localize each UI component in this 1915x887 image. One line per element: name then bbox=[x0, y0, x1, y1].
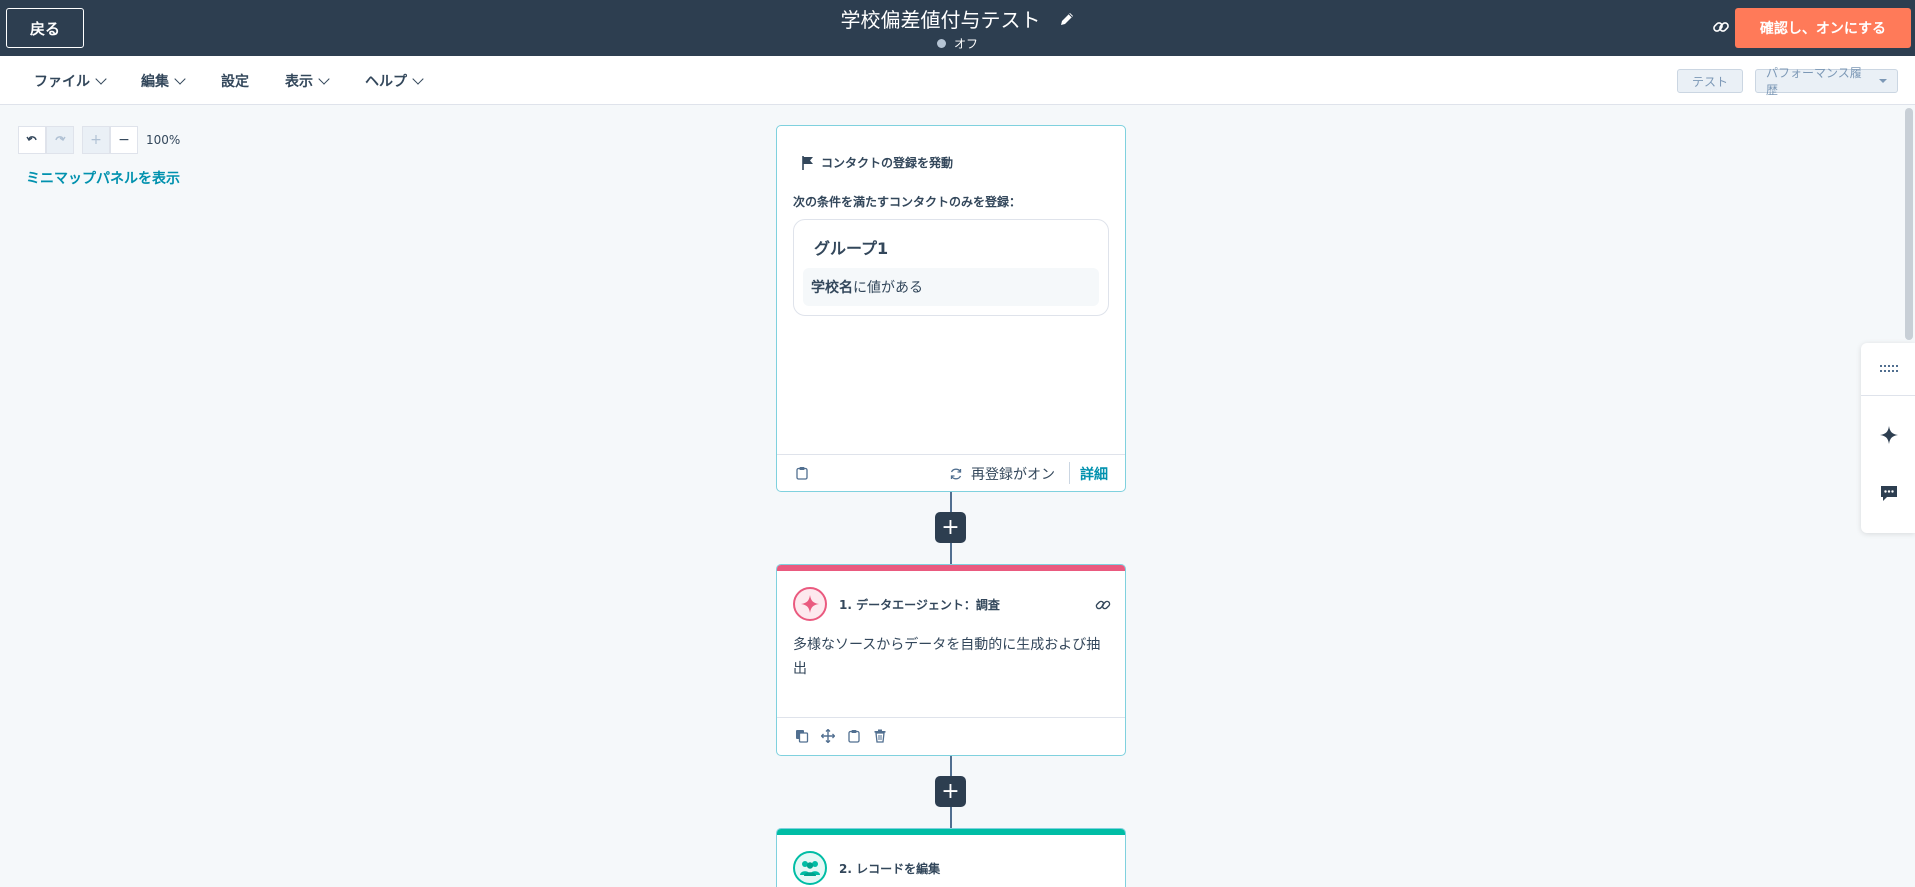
people-glyph bbox=[800, 861, 820, 876]
action-title: 1. データエージェント：調査 bbox=[839, 598, 1000, 612]
condition-text: に値がある bbox=[853, 280, 923, 296]
action-footer bbox=[777, 717, 1125, 755]
performance-history-button[interactable]: パフォーマンス履歴 bbox=[1755, 66, 1898, 97]
clipboard-icon[interactable] bbox=[795, 466, 809, 480]
action-accent-bar bbox=[777, 829, 1125, 835]
action-accent-bar bbox=[777, 565, 1125, 571]
trigger-footer: 再登録がオン 詳細 bbox=[777, 454, 1125, 491]
status-text: オフ bbox=[953, 37, 978, 51]
ai-sparkle-icon[interactable] bbox=[1879, 425, 1899, 445]
copy-icon[interactable] bbox=[795, 729, 809, 743]
refresh-icon bbox=[950, 468, 962, 480]
redo-button[interactable] bbox=[46, 126, 74, 154]
add-action-button[interactable]: + bbox=[935, 776, 966, 807]
zoom-controls: + − 100% bbox=[18, 126, 180, 154]
menu-bar: ファイル 編集 設定 表示 ヘルプ テスト パフォーマンス履歴 bbox=[0, 56, 1915, 105]
menu-edit[interactable]: 編集 bbox=[141, 71, 186, 91]
plus-icon: + bbox=[90, 132, 102, 148]
status-dot-icon bbox=[936, 39, 946, 48]
link-icon[interactable] bbox=[1095, 597, 1111, 613]
menu-help[interactable]: ヘルプ bbox=[365, 71, 424, 91]
right-tool-panel bbox=[1861, 343, 1915, 533]
trigger-card[interactable]: コンタクトの登録を発動 次の条件を満たすコンタクトのみを登録： グループ1 学校… bbox=[776, 125, 1126, 492]
add-action-button[interactable]: + bbox=[935, 512, 966, 543]
performance-history-label: パフォーマンス履歴 bbox=[1766, 66, 1862, 97]
pencil-icon[interactable] bbox=[1059, 11, 1075, 27]
clipboard-icon[interactable] bbox=[847, 729, 861, 743]
menu-view-label: 表示 bbox=[285, 74, 313, 90]
filter-group: グループ1 学校名 に値がある bbox=[793, 219, 1109, 316]
plus-icon: + bbox=[941, 514, 960, 540]
redo-icon bbox=[55, 136, 66, 141]
zoom-level: 100% bbox=[146, 133, 181, 147]
menu-edit-label: 編集 bbox=[141, 74, 169, 90]
zoom-out-button[interactable]: − bbox=[110, 126, 138, 154]
title-area: 学校偏差値付与テスト オフ bbox=[0, 4, 1915, 52]
test-button[interactable]: テスト bbox=[1677, 69, 1743, 93]
menu-help-label: ヘルプ bbox=[365, 74, 407, 90]
trigger-header: コンタクトの登録を発動 bbox=[801, 154, 953, 171]
condition-property: 学校名 bbox=[811, 280, 853, 296]
status-indicator: オフ bbox=[0, 35, 1915, 52]
move-icon[interactable] bbox=[821, 729, 835, 743]
reenrollment-label: 再登録がオン bbox=[971, 467, 1055, 483]
caret-down-icon bbox=[1879, 79, 1887, 83]
chevron-down-icon bbox=[174, 73, 186, 85]
action-description: 多様なソースからデータを自動的に生成および抽出 bbox=[793, 637, 1101, 677]
scrollbar[interactable] bbox=[1905, 108, 1913, 340]
action-title: 2. レコードを編集 bbox=[839, 862, 941, 876]
show-minimap-link[interactable]: ミニマップパネルを表示 bbox=[26, 168, 180, 188]
plus-icon: + bbox=[941, 778, 960, 804]
link-icon[interactable] bbox=[1712, 18, 1730, 36]
workflow-title-row[interactable]: 学校偏差値付与テスト bbox=[841, 4, 1075, 33]
divider bbox=[1861, 395, 1915, 396]
minus-icon: − bbox=[118, 132, 130, 148]
menu-file[interactable]: ファイル bbox=[34, 71, 107, 91]
menu-settings-label: 設定 bbox=[221, 74, 249, 90]
chevron-down-icon bbox=[95, 73, 107, 85]
comment-icon[interactable] bbox=[1879, 483, 1899, 503]
trigger-subtitle: 次の条件を満たすコンタクトのみを登録： bbox=[793, 195, 1022, 209]
group-title: グループ1 bbox=[814, 239, 889, 258]
reenrollment-status: 再登録がオン bbox=[949, 464, 1055, 484]
flag-icon bbox=[802, 155, 813, 170]
undo-button[interactable] bbox=[18, 126, 46, 154]
zoom-in-button[interactable]: + bbox=[82, 126, 110, 154]
menu-view[interactable]: 表示 bbox=[285, 71, 330, 91]
details-link[interactable]: 詳細 bbox=[1080, 464, 1108, 484]
trigger-title: コンタクトの登録を発動 bbox=[821, 156, 954, 170]
top-bar: 戻る 学校偏差値付与テスト オフ 確認し、オンにする bbox=[0, 0, 1915, 56]
action-card-data-agent[interactable]: 1. データエージェント：調査 多様なソースからデータを自動的に生成および抽出 bbox=[776, 564, 1126, 756]
divider bbox=[1069, 462, 1070, 484]
sparkle-icon bbox=[793, 587, 827, 621]
workflow-title[interactable]: 学校偏差値付与テスト bbox=[841, 4, 1041, 33]
action-card-edit-record[interactable]: 2. レコードを編集 bbox=[776, 828, 1126, 887]
sparkle-glyph bbox=[801, 595, 819, 613]
confirm-turn-on-button[interactable]: 確認し、オンにする bbox=[1735, 8, 1911, 48]
filter-condition: 学校名 に値がある bbox=[803, 268, 1099, 306]
chevron-down-icon bbox=[412, 73, 424, 85]
chevron-down-icon bbox=[318, 73, 330, 85]
grid-apps-icon[interactable] bbox=[1879, 359, 1899, 379]
undo-icon bbox=[26, 136, 37, 141]
menu-settings[interactable]: 設定 bbox=[221, 71, 249, 91]
people-icon bbox=[793, 851, 827, 885]
trash-icon[interactable] bbox=[873, 729, 887, 743]
menu-file-label: ファイル bbox=[34, 74, 90, 90]
